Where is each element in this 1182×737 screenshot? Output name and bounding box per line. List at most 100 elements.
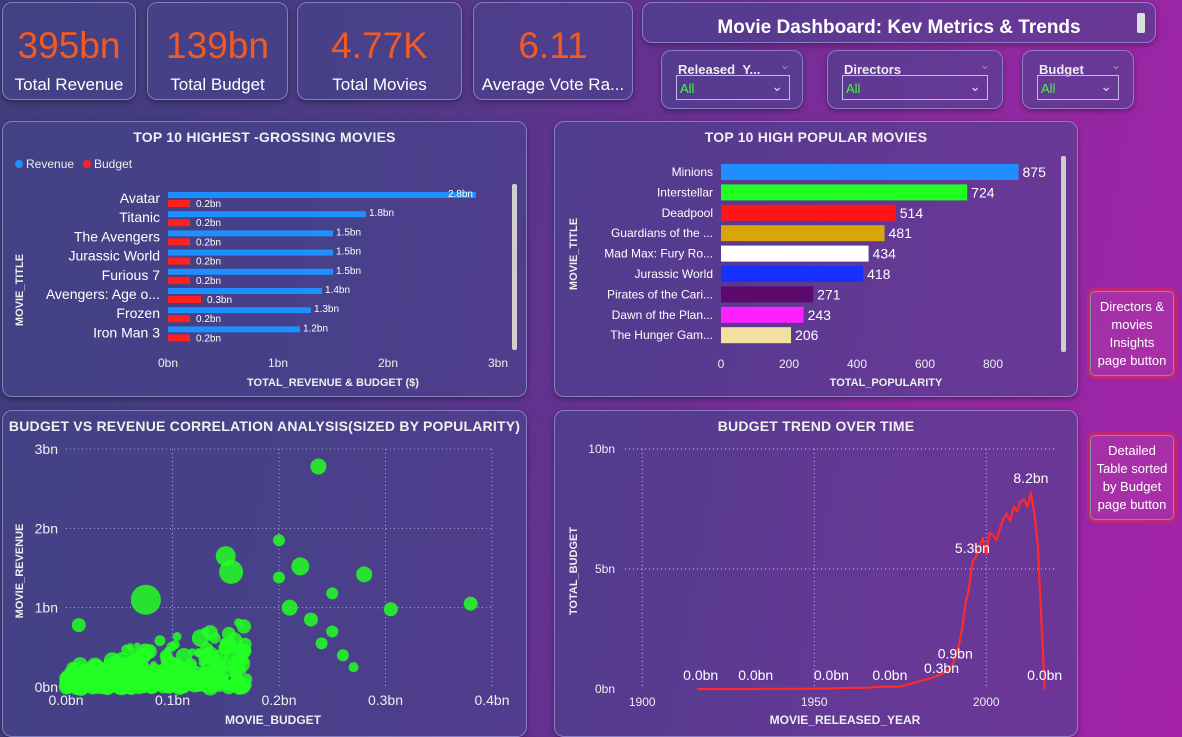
x-tick-label: 800 — [983, 357, 1003, 371]
category-label: Pirates of the Cari... — [607, 287, 713, 301]
data-label: 271 — [817, 286, 841, 302]
data-label: 0.0bn — [683, 667, 718, 683]
popularity-bar — [721, 327, 792, 344]
data-label: 0.2bn — [196, 237, 221, 248]
chevron-down-icon[interactable]: ⌄ — [980, 58, 990, 72]
x-tick-label: 2000 — [973, 695, 1000, 709]
popularity-bar — [721, 306, 804, 323]
scatter-point — [356, 566, 373, 583]
revenue-bar — [168, 288, 322, 294]
scatter-point — [326, 625, 339, 638]
slicer-dropdown[interactable]: All ⌄ — [842, 75, 988, 100]
x-tick-label: 0.3bn — [368, 692, 403, 708]
category-label: Iron Man 3 — [93, 324, 160, 340]
scrollbar — [1061, 156, 1066, 352]
category-label: Deadpool — [662, 206, 713, 220]
data-label: 1.5bn — [336, 266, 361, 277]
budget-bar — [168, 257, 190, 265]
data-label: 0.2bn — [196, 333, 221, 344]
slicer-value: All — [846, 81, 861, 96]
directors-insights-page-button[interactable]: Directors & movies Insights page button — [1087, 288, 1177, 379]
chart-top-grossing-svg: Revenue Budget 0bn 1bn 2bn 3bn Avatar 2.8bn 0.2b… — [14, 157, 517, 389]
data-label: 418 — [867, 266, 891, 282]
data-label: 0.2bn — [196, 314, 221, 325]
data-label: 1.4bn — [325, 285, 350, 296]
slicer-budget[interactable]: Budget ⌄ All ⌄ — [1022, 50, 1134, 109]
button-label: Detailed Table sorted by Budget page but… — [1096, 442, 1168, 512]
slicer-dropdown[interactable]: All ⌄ — [1037, 75, 1119, 100]
y-axis-label: MOVIE_TITLE — [14, 254, 26, 326]
kpi-label: Total Revenue — [14, 75, 124, 94]
scatter-point — [62, 680, 71, 690]
x-tick-label: 600 — [915, 357, 935, 371]
x-tick-label: 0bn — [158, 356, 178, 370]
kpi-value: 139bn — [166, 25, 269, 66]
chart-budget-vs-revenue: BUDGET VS REVENUE CORRELATION ANALYSIS(S… — [2, 410, 527, 737]
slicer-dropdown[interactable]: All ⌄ — [676, 75, 790, 100]
detailed-table-page-button[interactable]: Detailed Table sorted by Budget page but… — [1087, 432, 1177, 523]
category-label: Guardians of the ... — [611, 226, 713, 240]
scatter-point — [163, 661, 179, 678]
kpi-total-movies: 4.77K Total Movies — [297, 2, 462, 100]
scatter-point — [463, 596, 478, 611]
slicer-directors[interactable]: Directors ⌄ All ⌄ — [827, 50, 1003, 109]
data-label: 0.3bn — [207, 295, 232, 306]
scatter-point — [236, 619, 252, 634]
scatter-point — [172, 632, 182, 642]
y-axis-label: MOVIE_TITLE — [568, 218, 580, 290]
chevron-down-icon[interactable]: ⌄ — [1111, 58, 1121, 72]
category-label: Jurassic World — [635, 267, 713, 281]
chevron-down-icon: ⌄ — [969, 78, 981, 94]
scatter-point — [94, 669, 106, 681]
chart-top-grossing: TOP 10 HIGHEST -GROSSING MOVIES Revenue B… — [2, 121, 527, 397]
button-label: Directors & movies Insights page button — [1097, 298, 1167, 368]
chevron-down-icon[interactable]: ⌄ — [780, 58, 790, 72]
revenue-bar — [168, 307, 311, 314]
kpi-value: 395bn — [17, 25, 121, 66]
scatter-point — [73, 680, 85, 693]
data-label: 434 — [873, 246, 897, 262]
scrollbar[interactable] — [1137, 13, 1145, 33]
chart-top-popular-svg: Minions 875 Interstellar 724 Deadpool 514 Guar… — [568, 156, 1066, 389]
category-label: Dawn of the Plan... — [612, 308, 713, 322]
y-tick-label: 10bn — [588, 442, 615, 456]
popularity-bar — [721, 164, 1019, 180]
scatter-point — [336, 649, 349, 662]
x-tick-label: 0.2bn — [261, 692, 296, 708]
dashboard-title-card: Movie Dashboard: Kev Metrics & Trends — [642, 2, 1156, 43]
slicer-value: All — [680, 81, 695, 96]
popularity-bar — [721, 286, 814, 303]
y-axis-label: TOTAL_BUDGET — [568, 527, 580, 615]
data-label: 1.5bn — [336, 227, 361, 238]
scatter-point — [273, 571, 285, 584]
scatter-point — [150, 661, 158, 668]
budget-bar — [168, 296, 201, 303]
y-tick-label: 1bn — [35, 600, 58, 616]
budget-bar — [168, 200, 190, 207]
data-label: 8.2bn — [1013, 470, 1048, 486]
budget-bar — [168, 238, 190, 246]
data-label: 0.2bn — [196, 218, 221, 229]
chart-budget-trend: BUDGET TREND OVER TIME 0bn 5bn 10bn 1900 195… — [554, 410, 1078, 737]
y-tick-label: 0bn — [595, 682, 615, 696]
budget-trend-line — [697, 491, 1046, 691]
category-label: Mad Max: Fury Ro... — [604, 247, 713, 261]
slicer-released-year[interactable]: Released_Y... ⌄ All ⌄ — [661, 50, 803, 109]
budget-bar — [168, 276, 190, 284]
budget-bar — [168, 315, 190, 323]
kpi-average-vote: 6.11 Average Vote Ra... — [473, 2, 633, 100]
data-label: 243 — [808, 307, 832, 323]
y-tick-label: 5bn — [595, 562, 615, 576]
category-label: Interstellar — [657, 185, 713, 199]
y-tick-label: 3bn — [35, 441, 58, 457]
slicer-value: All — [1041, 81, 1056, 96]
revenue-bar — [168, 230, 333, 237]
scatter-point — [195, 648, 205, 658]
data-label: 0.0bn — [1027, 667, 1062, 683]
scatter-point — [154, 635, 166, 647]
scatter-point — [236, 682, 244, 690]
x-tick-label: 0 — [718, 357, 725, 371]
data-label: 1.5bn — [336, 247, 361, 258]
x-tick-label: 200 — [779, 357, 799, 371]
legend-marker — [15, 160, 23, 168]
